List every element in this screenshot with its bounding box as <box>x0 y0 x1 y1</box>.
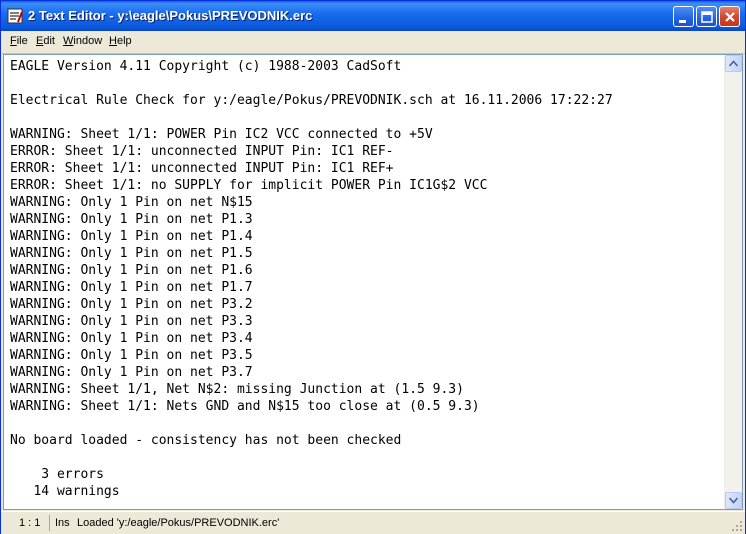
insert-mode-indicator: Ins <box>55 517 70 529</box>
text-line: No board loaded - consistency has not be… <box>10 433 402 448</box>
menu-edit[interactable]: Edit <box>36 35 55 47</box>
menu-window-accel: W <box>63 35 74 47</box>
text-line: WARNING: Only 1 Pin on net P3.5 <box>10 348 253 363</box>
text-editor-icon[interactable] <box>7 8 23 24</box>
text-line: WARNING: Only 1 Pin on net P1.7 <box>10 280 253 295</box>
text-line: WARNING: Only 1 Pin on net P3.4 <box>10 331 253 346</box>
close-button[interactable] <box>719 6 740 27</box>
text-line: WARNING: Sheet 1/1: POWER Pin IC2 VCC co… <box>10 127 433 142</box>
cursor-position: 1 : 1 <box>19 517 41 529</box>
text-line: 3 errors <box>10 467 104 482</box>
text-line: WARNING: Only 1 Pin on net P1.5 <box>10 246 253 261</box>
menu-file-accel: F <box>10 35 17 47</box>
minimize-icon <box>679 20 686 23</box>
arrow-down-icon <box>729 497 738 504</box>
text-line: WARNING: Only 1 Pin on net P1.6 <box>10 263 253 278</box>
text-area[interactable]: EAGLE Version 4.11 Copyright (c) 1988-20… <box>10 58 724 508</box>
menu-bar: File Edit Window Help <box>1 31 745 54</box>
status-bar: 1 : 1 Ins Loaded 'y:/eagle/Pokus/PREVODN… <box>1 511 745 534</box>
text-line: WARNING: Only 1 Pin on net N$15 <box>10 195 253 210</box>
window-title: 2 Text Editor - y:\eagle\Pokus\PREVODNIK… <box>28 8 313 23</box>
text-line: WARNING: Sheet 1/1, Net N$2: missing Jun… <box>10 382 464 397</box>
menu-file-label: ile <box>16 35 28 47</box>
text-line: WARNING: Only 1 Pin on net P1.3 <box>10 212 253 227</box>
text-line: WARNING: Sheet 1/1: Nets GND and N$15 to… <box>10 399 480 414</box>
resize-grip-icon[interactable] <box>731 520 743 532</box>
menu-file[interactable]: File <box>10 35 28 47</box>
arrow-up-icon <box>729 60 738 67</box>
text-line: WARNING: Only 1 Pin on net P3.7 <box>10 365 253 380</box>
title-bar[interactable]: 2 Text Editor - y:\eagle\Pokus\PREVODNIK… <box>1 1 745 31</box>
minimize-button[interactable] <box>673 6 694 27</box>
text-line <box>10 109 724 126</box>
text-line: ERROR: Sheet 1/1: unconnected INPUT Pin:… <box>10 161 394 176</box>
scroll-up-button[interactable] <box>725 55 742 72</box>
maximize-button[interactable] <box>696 6 717 27</box>
text-line: 14 warnings <box>10 484 120 499</box>
text-line: WARNING: Only 1 Pin on net P3.3 <box>10 314 253 329</box>
scroll-down-button[interactable] <box>725 492 742 509</box>
close-icon <box>725 12 735 22</box>
editor-panel[interactable]: EAGLE Version 4.11 Copyright (c) 1988-20… <box>3 54 743 510</box>
text-line: WARNING: Only 1 Pin on net P1.4 <box>10 229 253 244</box>
text-line: ERROR: Sheet 1/1: unconnected INPUT Pin:… <box>10 144 394 159</box>
text-line <box>10 415 724 432</box>
menu-window-label: indow <box>73 35 103 47</box>
text-line: EAGLE Version 4.11 Copyright (c) 1988-20… <box>10 59 402 74</box>
status-message: Loaded 'y:/eagle/Pokus/PREVODNIK.erc' <box>77 517 280 529</box>
text-line: WARNING: Only 1 Pin on net P3.2 <box>10 297 253 312</box>
menu-help-accel: H <box>109 35 117 47</box>
text-line: ERROR: Sheet 1/1: no SUPPLY for implicit… <box>10 178 488 193</box>
text-editor-window: 2 Text Editor - y:\eagle\Pokus\PREVODNIK… <box>0 0 746 534</box>
menu-edit-label: dit <box>43 35 55 47</box>
menu-help[interactable]: Help <box>109 35 132 47</box>
status-separator <box>49 515 50 531</box>
menu-window[interactable]: Window <box>63 35 102 47</box>
text-line: Electrical Rule Check for y:/eagle/Pokus… <box>10 93 613 108</box>
text-line <box>10 449 724 466</box>
vertical-scrollbar[interactable] <box>724 55 742 509</box>
text-line <box>10 75 724 92</box>
menu-help-label: elp <box>116 35 132 47</box>
maximize-icon <box>701 11 713 23</box>
